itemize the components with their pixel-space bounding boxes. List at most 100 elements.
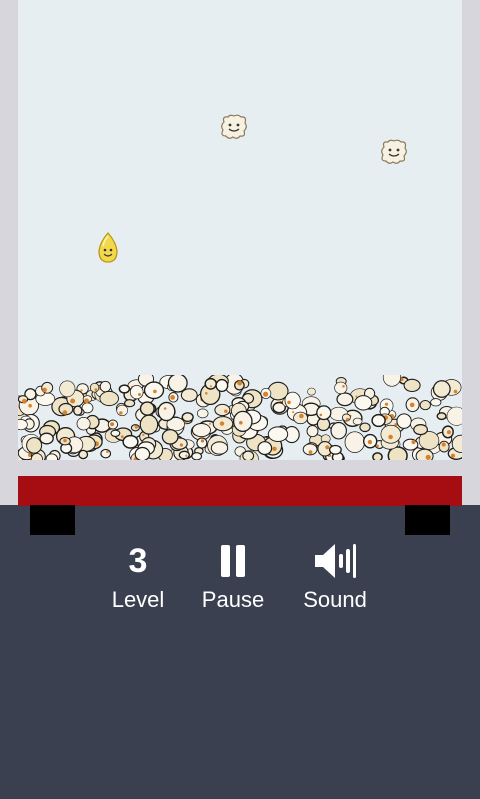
- popcorn-hull: [106, 450, 109, 453]
- popcorn-machine: [0, 0, 480, 505]
- popcorn-hull: [425, 454, 431, 460]
- popcorn-piece: [18, 419, 28, 431]
- popcorn-hull: [224, 409, 228, 413]
- popcorn-piece: [267, 426, 289, 442]
- falling-popcorn[interactable]: [380, 139, 408, 165]
- popcorn-piece: [122, 434, 139, 449]
- popcorn-piece: [306, 425, 319, 438]
- popcorn-piece: [204, 377, 217, 390]
- popcorn-piece: [382, 375, 401, 387]
- popcorn-pile: [18, 375, 462, 460]
- popcorn-piece: [124, 399, 136, 408]
- popcorn-hull: [80, 389, 83, 392]
- popcorn-hull: [388, 434, 393, 440]
- popcorn-piece: [372, 452, 383, 460]
- popcorn-hull: [272, 446, 277, 451]
- popcorn-hull: [138, 393, 141, 396]
- popcorn-hull: [384, 402, 389, 406]
- popcorn-piece: [257, 441, 273, 456]
- popcorn-hull: [239, 420, 243, 425]
- popcorn-piece: [45, 453, 59, 460]
- popcorn-piece: [157, 401, 176, 422]
- popcorn-piece: [99, 390, 119, 407]
- popcorn-piece: [352, 417, 363, 426]
- popcorn-hull: [153, 389, 157, 394]
- popcorn-hull: [450, 453, 456, 458]
- popcorn-piece: [116, 404, 129, 417]
- popcorn-hull: [345, 417, 350, 421]
- popcorn-piece: [210, 441, 229, 455]
- popcorn-hull: [120, 435, 124, 439]
- popcorn-piece: [59, 380, 76, 398]
- popcorn-hull: [179, 443, 183, 447]
- machine-glass[interactable]: [18, 0, 462, 460]
- popcorn-hull: [200, 439, 205, 443]
- popcorn-piece: [232, 410, 253, 433]
- popcorn-hull: [163, 407, 167, 410]
- popcorn-piece: [76, 417, 91, 431]
- popcorn-piece: [307, 387, 316, 396]
- popcorn-piece: [167, 375, 188, 393]
- popcorn-hull: [70, 398, 76, 404]
- popcorn-hull: [299, 413, 304, 419]
- popcorn-hull: [28, 403, 32, 408]
- popcorn-piece: [214, 403, 231, 417]
- popcorn-hull: [62, 410, 68, 415]
- popcorn-hull: [441, 442, 446, 447]
- popcorn-hull: [209, 422, 211, 425]
- popcorn-piece: [432, 380, 451, 398]
- popcorn-hull: [22, 398, 27, 404]
- popcorn-piece: [110, 429, 121, 437]
- popcorn-piece: [118, 384, 131, 394]
- popcorn-piece: [215, 378, 229, 393]
- popcorn-piece: [139, 401, 155, 416]
- popcorn-piece: [181, 412, 194, 423]
- popcorn-piece: [161, 428, 179, 445]
- popcorn-piece: [99, 380, 112, 393]
- popcorn-piece: [403, 378, 421, 393]
- popcorn-hull: [308, 450, 313, 455]
- sound-button[interactable]: Sound: [275, 535, 395, 613]
- popcorn-piece: [336, 392, 354, 407]
- machine-base: [18, 476, 462, 506]
- popcorn-hull: [237, 380, 243, 386]
- popcorn-piece: [330, 421, 347, 440]
- popcorn-hull: [292, 411, 295, 414]
- pause-icon: [221, 545, 245, 577]
- popcorn-hull: [446, 430, 452, 435]
- popcorn-piece: [344, 431, 365, 453]
- falling-kernel[interactable]: [96, 232, 120, 264]
- popcorn-hull: [325, 445, 330, 450]
- popcorn-hull: [219, 421, 225, 426]
- machine-foot-right: [405, 505, 450, 535]
- popcorn-piece: [316, 405, 332, 421]
- popcorn-hull: [287, 400, 291, 405]
- popcorn-hull: [134, 425, 138, 429]
- popcorn-piece: [178, 450, 190, 460]
- popcorn-hull: [263, 391, 269, 397]
- popcorn-piece: [100, 448, 112, 459]
- popcorn-piece: [430, 398, 442, 407]
- popcorn-hull: [409, 402, 415, 408]
- falling-popcorn[interactable]: [220, 114, 248, 140]
- popcorn-hull: [342, 385, 345, 388]
- popcorn-piece: [134, 446, 151, 460]
- popcorn-piece: [191, 452, 203, 460]
- popcorn-hull: [367, 439, 373, 445]
- popcorn-piece: [413, 423, 429, 436]
- popcorn-piece: [419, 400, 431, 411]
- popcorn-piece: [39, 432, 54, 445]
- popcorn-hull: [63, 438, 67, 443]
- popcorn-hull: [209, 385, 212, 388]
- machine-foot-left: [30, 505, 75, 535]
- popcorn-piece: [334, 381, 348, 395]
- popcorn-piece: [396, 413, 412, 429]
- popcorn-piece: [328, 444, 342, 455]
- popcorn-piece: [89, 382, 100, 393]
- popcorn-piece: [26, 437, 43, 454]
- popcorn-piece: [402, 438, 419, 451]
- popcorn-hull: [42, 387, 47, 393]
- popcorn-piece: [196, 408, 209, 419]
- sound-label: Sound: [303, 587, 367, 612]
- level-value: 3: [128, 542, 148, 580]
